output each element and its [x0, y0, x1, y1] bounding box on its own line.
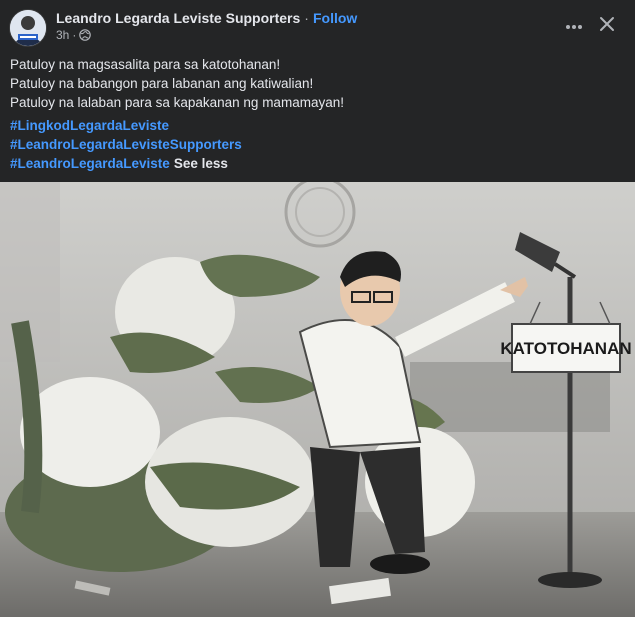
follow-button[interactable]: Follow — [313, 10, 357, 26]
close-button[interactable] — [591, 10, 623, 42]
page-avatar[interactable] — [9, 9, 47, 47]
hashtag-link[interactable]: #LeandroLegardaLevisteSupporters — [10, 135, 242, 154]
hashtag-link[interactable]: #LingkodLegardaLeviste — [10, 116, 242, 135]
sign-text: KATOTOHANAN — [500, 339, 631, 358]
caption-line: Patuloy na babangon para labanan ang kat… — [10, 76, 314, 91]
caption-line: Patuloy na magsasalita para sa katotohan… — [10, 57, 281, 72]
illustration: KATOTOHANAN — [0, 182, 635, 617]
meta-dot: · — [72, 28, 77, 42]
hashtag-link[interactable]: #LeandroLegardaLeviste — [10, 156, 170, 171]
more-horizontal-icon — [565, 17, 583, 35]
caption-line: Patuloy na lalaban para sa kapakanan ng … — [10, 95, 344, 110]
more-options-button[interactable] — [558, 10, 590, 42]
post-time[interactable]: 3h — [56, 28, 69, 42]
hashtag-list: #LingkodLegardaLeviste #LeandroLegardaLe… — [10, 116, 242, 173]
post-meta: 3h · — [56, 28, 92, 44]
post-caption: Patuloy na magsasalita para sa katotohan… — [10, 55, 625, 112]
post-image[interactable]: KATOTOHANAN — [0, 182, 635, 617]
post-header: Leandro Legarda Leviste Supporters · Follo… — [0, 0, 635, 52]
last-hashtag-line: #LeandroLegardaLeviste See less — [10, 154, 242, 173]
globe-icon — [79, 29, 92, 44]
post-author-line: Leandro Legarda Leviste Supporters · Follo… — [56, 10, 357, 26]
close-icon — [599, 16, 615, 37]
see-less-button[interactable]: See less — [174, 156, 228, 171]
separator-dot: · — [304, 10, 309, 26]
page-name-link[interactable]: Leandro Legarda Leviste Supporters — [56, 10, 300, 26]
